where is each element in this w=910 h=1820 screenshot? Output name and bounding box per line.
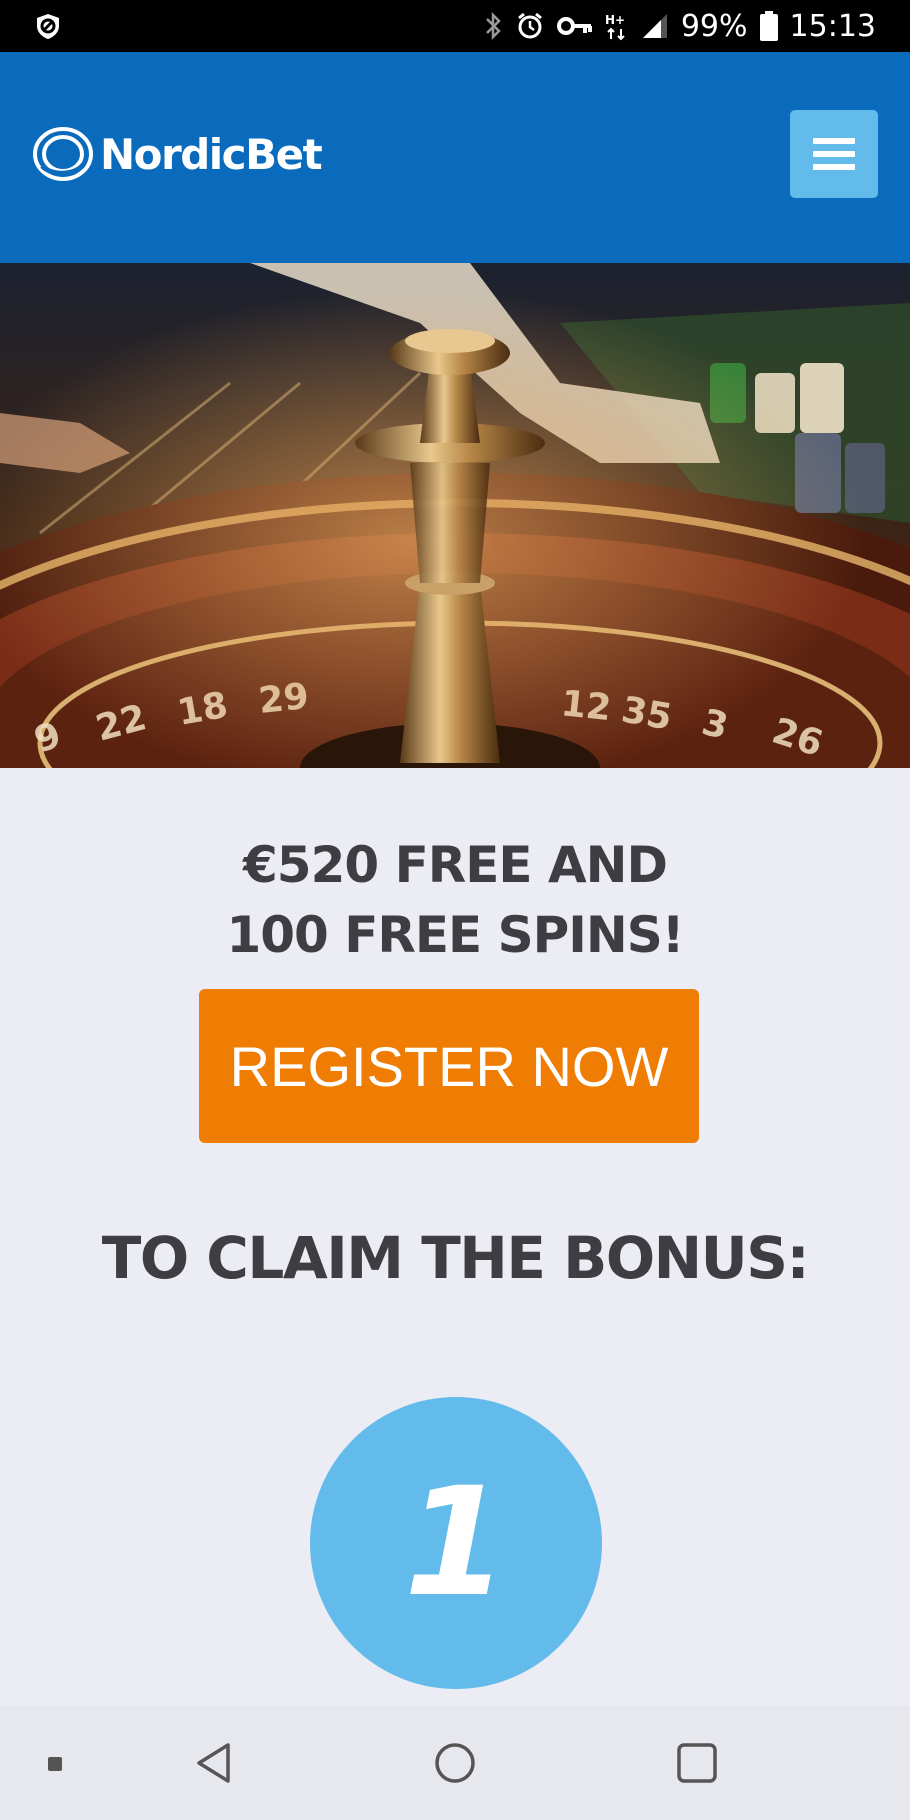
brand-logo[interactable]: NordicBet <box>32 124 323 184</box>
back-icon[interactable] <box>194 1742 234 1788</box>
shield-icon <box>34 12 62 44</box>
recents-icon[interactable] <box>676 1742 718 1788</box>
promo-line-1: €520 FREE AND <box>243 836 668 894</box>
hero-image: 9 22 18 29 12 35 3 26 <box>0 263 910 768</box>
step-badge: 1 <box>310 1397 602 1689</box>
hamburger-icon <box>813 138 855 170</box>
dot-icon[interactable] <box>48 1756 62 1775</box>
site-header: NordicBet <box>0 52 910 263</box>
promo-line-2: 100 FREE SPINS! <box>226 906 684 964</box>
data-icon: H+ <box>605 11 629 41</box>
clock: 15:13 <box>789 8 876 44</box>
signal-icon <box>641 12 669 40</box>
svg-text:H+: H+ <box>605 13 625 27</box>
system-nav-bar <box>0 1706 910 1820</box>
claim-bonus-heading: TO CLAIM THE BONUS: <box>101 1224 810 1292</box>
battery-icon <box>759 11 778 41</box>
alarm-icon <box>515 11 545 41</box>
menu-button[interactable] <box>790 110 878 198</box>
home-icon[interactable] <box>434 1742 476 1788</box>
step-number: 1 <box>403 1456 509 1630</box>
vpn-key-icon <box>556 14 593 38</box>
promo-headline: €520 FREE AND 100 FREE SPINS! <box>0 830 910 970</box>
brand-name: NordicBet <box>100 129 323 179</box>
bluetooth-icon <box>483 11 503 41</box>
battery-level: 99% <box>680 8 748 44</box>
nordicbet-logo-icon <box>33 127 93 181</box>
status-bar: H+ 99% 15:13 <box>0 0 910 52</box>
register-now-button[interactable]: REGISTER NOW <box>199 989 699 1143</box>
